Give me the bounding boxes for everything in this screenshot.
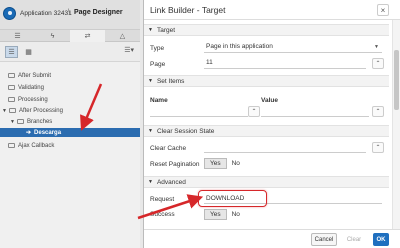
chevron-down-icon: ▼ xyxy=(374,43,379,50)
tree-item-label: After Processing xyxy=(18,107,63,114)
value-column-header: Value xyxy=(261,97,278,104)
menu-button[interactable]: ☰▾ xyxy=(124,46,134,54)
branch-arrow-icon: ➔ xyxy=(26,130,32,136)
chevron-up-icon: ⌃ xyxy=(251,109,257,115)
processing-icon: ⇄ xyxy=(84,33,91,40)
folder-icon xyxy=(8,97,15,102)
tree-item-label: Descarga xyxy=(34,129,62,136)
layers-icon: ☰ xyxy=(14,33,21,40)
tab-processing[interactable]: ⇄ xyxy=(70,30,105,42)
type-select-value: Page in this application xyxy=(206,43,273,50)
app-name[interactable]: Application 32431 xyxy=(20,10,72,17)
dialog-footer: Cancel Clear OK xyxy=(144,229,400,248)
success-toggle[interactable]: Yes No xyxy=(204,209,245,220)
app-logo-icon[interactable] xyxy=(3,7,16,20)
section-set-items[interactable]: ▼ Set Items xyxy=(144,75,389,87)
cancel-button[interactable]: Cancel xyxy=(311,233,337,246)
tree-item-label: Ajax Callback xyxy=(18,142,55,149)
toggle-no[interactable]: No xyxy=(227,159,245,168)
tree-item-ajax-callback[interactable]: Ajax Callback xyxy=(0,141,140,150)
chevron-up-icon: ⌃ xyxy=(375,61,381,67)
tab-shared-components[interactable]: △ xyxy=(105,30,140,42)
page-label: Page xyxy=(150,61,166,68)
tree-item-label: After Submit xyxy=(18,72,52,79)
tree-item-label: Processing xyxy=(18,96,48,103)
tree-view-button[interactable]: ☰ xyxy=(5,46,18,58)
reset-pagination-toggle[interactable]: Yes No xyxy=(204,158,245,169)
page-lov-button[interactable]: ⌃ xyxy=(372,58,384,69)
clear-cache-lov-button[interactable]: ⌃ xyxy=(372,142,384,153)
tree-item-branches[interactable]: ▼ Branches xyxy=(0,117,140,126)
grid-icon: ▦ xyxy=(25,49,32,56)
tree-item-descarga[interactable]: ➔ Descarga xyxy=(0,128,140,137)
tree-item-validating[interactable]: Validating xyxy=(0,83,140,92)
set-item-name-field[interactable] xyxy=(150,105,248,117)
chevron-down-icon[interactable]: ▼ xyxy=(2,108,7,114)
clear-button[interactable]: Clear xyxy=(343,233,365,246)
section-title: Set Items xyxy=(156,77,185,85)
left-pane: Application 32431 \ Page Designer ☰ ϟ ⇄ … xyxy=(0,0,140,248)
close-icon: × xyxy=(380,5,386,15)
name-column-header: Name xyxy=(150,97,168,104)
breadcrumb-separator: \ xyxy=(68,9,70,16)
chevron-down-icon: ▼ xyxy=(148,128,153,134)
component-view-button[interactable]: ▦ xyxy=(22,46,35,58)
page-field-value: 11 xyxy=(206,59,213,66)
chevron-down-icon[interactable]: ▼ xyxy=(10,119,15,125)
shared-components-icon: △ xyxy=(119,33,126,40)
chevron-up-icon: ⌃ xyxy=(375,109,381,115)
request-label: Request xyxy=(150,196,175,203)
tree-item-after-submit[interactable]: After Submit xyxy=(0,71,140,80)
toggle-yes[interactable]: Yes xyxy=(204,209,227,220)
type-select[interactable]: Page in this application ▼ xyxy=(204,41,382,53)
tree-item-label: Validating xyxy=(18,84,44,91)
page-field[interactable]: 11 xyxy=(204,57,366,69)
section-title: Clear Session State xyxy=(156,127,215,135)
folder-icon xyxy=(8,85,15,90)
dialog-scrollbar[interactable] xyxy=(392,20,400,232)
request-highlight-box xyxy=(198,190,267,207)
item-lov-button[interactable]: ⌃ xyxy=(248,106,260,117)
dialog-titlebar: Link Builder - Target × xyxy=(144,0,400,20)
chevron-down-icon: ▼ xyxy=(148,179,153,185)
chevron-down-icon: ▼ xyxy=(148,27,153,33)
section-clear-session[interactable]: ▼ Clear Session State xyxy=(144,125,389,137)
link-builder-dialog: Link Builder - Target × ▼ Target Type Pa… xyxy=(143,0,400,248)
folder-icon xyxy=(8,108,16,113)
section-title: Advanced xyxy=(156,178,186,186)
tab-strip: ☰ ϟ ⇄ △ xyxy=(0,30,140,42)
clear-cache-field[interactable] xyxy=(204,141,366,153)
chevron-down-icon: ▼ xyxy=(148,78,153,84)
page-designer-title: Page Designer xyxy=(74,9,123,16)
reset-pagination-label: Reset Pagination xyxy=(150,161,200,168)
menu-icon: ☰▾ xyxy=(124,47,134,54)
tree-item-label: Branches xyxy=(26,118,53,125)
toggle-yes[interactable]: Yes xyxy=(204,158,227,169)
tree-item-after-processing[interactable]: ▼ After Processing xyxy=(0,106,140,115)
set-item-value-field[interactable] xyxy=(261,105,369,117)
tree-toolbar: ☰ ▦ ☰▾ xyxy=(0,42,140,62)
toggle-no[interactable]: No xyxy=(227,210,245,219)
section-advanced[interactable]: ▼ Advanced xyxy=(144,176,389,188)
tab-dynamic-actions[interactable]: ϟ xyxy=(35,30,70,42)
clear-cache-label: Clear Cache xyxy=(150,145,187,152)
tab-rendering[interactable]: ☰ xyxy=(0,30,35,42)
value-lov-button[interactable]: ⌃ xyxy=(372,106,384,117)
section-title: Target xyxy=(156,26,176,34)
type-label: Type xyxy=(150,45,165,52)
section-target[interactable]: ▼ Target xyxy=(144,24,389,36)
lightning-icon: ϟ xyxy=(50,32,55,40)
ok-button[interactable]: OK xyxy=(373,233,389,246)
folder-icon xyxy=(16,119,24,124)
scrollbar-thumb[interactable] xyxy=(394,50,399,110)
folder-icon xyxy=(8,143,15,148)
tree-item-processing[interactable]: Processing xyxy=(0,95,140,104)
chevron-up-icon: ⌃ xyxy=(375,145,381,151)
folder-icon xyxy=(8,73,15,78)
tree-view-icon: ☰ xyxy=(8,49,15,56)
app-header: Application 32431 \ Page Designer xyxy=(0,0,140,30)
close-button[interactable]: × xyxy=(377,4,389,16)
success-label: Success xyxy=(150,211,175,218)
dialog-title: Link Builder - Target xyxy=(150,5,226,15)
